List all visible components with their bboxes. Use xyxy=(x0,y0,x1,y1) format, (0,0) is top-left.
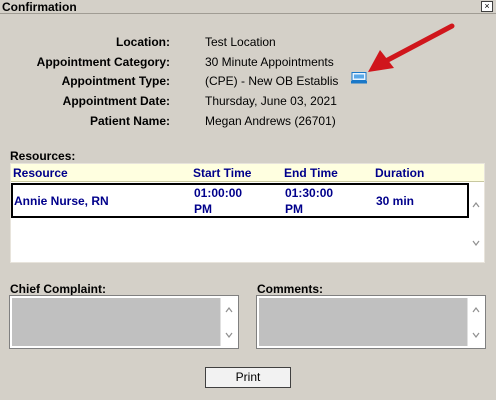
comments-label: Comments: xyxy=(257,282,324,296)
appointment-category-value: 30 Minute Appointments xyxy=(205,55,334,69)
chief-complaint-label: Chief Complaint: xyxy=(10,282,106,296)
row-resource: Annie Nurse, RN xyxy=(14,194,109,208)
appointment-date-value: Thursday, June 03, 2021 xyxy=(205,94,337,108)
chief-complaint-scrollbar[interactable] xyxy=(220,298,236,346)
appointment-type-label: Appointment Type: xyxy=(61,74,170,88)
appointment-category-label: Appointment Category: xyxy=(36,55,170,69)
table-row[interactable]: Annie Nurse, RN 01:00:00 PM 01:30:00 PM … xyxy=(11,183,469,218)
column-header-resource[interactable]: Resource xyxy=(13,166,68,180)
resources-label: Resources: xyxy=(10,149,76,163)
row-start-time-line1: 01:00:00 xyxy=(194,186,243,200)
chevron-down-icon[interactable] xyxy=(472,239,480,247)
patient-name-value: Megan Andrews (26701) xyxy=(205,114,336,128)
comments-textbox[interactable] xyxy=(256,295,486,349)
grid-header: Resource Start Time End Time Duration xyxy=(11,164,484,182)
location-label: Location: xyxy=(116,35,170,49)
chevron-up-icon[interactable] xyxy=(472,306,480,314)
column-header-duration[interactable]: Duration xyxy=(375,166,424,180)
resources-grid: Resource Start Time End Time Duration An… xyxy=(10,163,485,263)
row-end-time-line2: PM xyxy=(285,202,303,216)
chevron-up-icon[interactable] xyxy=(225,306,233,314)
appointment-date-label: Appointment Date: xyxy=(62,94,170,108)
chevron-down-icon[interactable] xyxy=(225,331,233,339)
row-duration: 30 min xyxy=(376,194,415,208)
grid-scrollbar[interactable] xyxy=(469,183,483,262)
chevron-down-icon[interactable] xyxy=(472,331,480,339)
appointment-type-value: (CPE) - New OB Establis xyxy=(205,74,339,88)
close-button[interactable]: × xyxy=(481,1,493,12)
window-title: Confirmation xyxy=(2,0,77,14)
row-start-time-line2: PM xyxy=(194,202,212,216)
location-value: Test Location xyxy=(205,35,276,49)
patient-name-label: Patient Name: xyxy=(89,114,170,128)
red-arrow-annotation xyxy=(368,23,455,72)
comments-scrollbar[interactable] xyxy=(467,298,483,346)
chief-complaint-textbox[interactable] xyxy=(9,295,239,349)
column-header-start-time[interactable]: Start Time xyxy=(193,166,251,180)
row-end-time-line1: 01:30:00 xyxy=(285,186,334,200)
print-button[interactable]: Print xyxy=(205,367,291,388)
title-bar: Confirmation × xyxy=(0,0,496,14)
chevron-up-icon[interactable] xyxy=(472,201,480,209)
column-header-end-time[interactable]: End Time xyxy=(284,166,338,180)
